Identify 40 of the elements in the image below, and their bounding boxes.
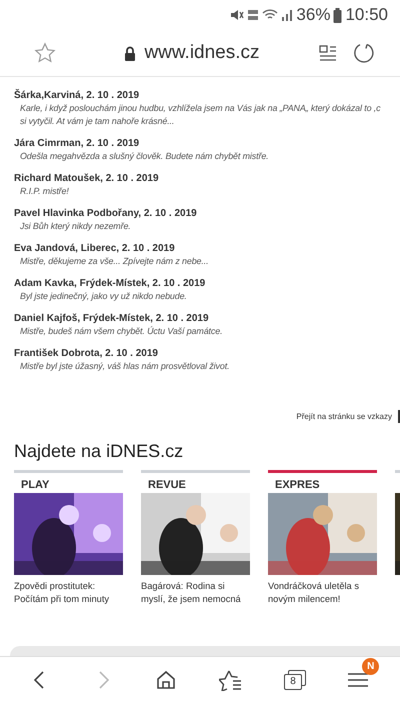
- notification-badge: N: [362, 658, 380, 675]
- battery-percent: 36%: [296, 5, 330, 25]
- star-icon[interactable]: [34, 42, 56, 64]
- card-category[interactable]: EXPRES: [268, 473, 377, 493]
- mute-icon: [230, 9, 244, 21]
- card-category[interactable]: PLAY: [14, 473, 123, 493]
- comment-text: Jsi Bůh který nikdy nezemře.: [19, 220, 132, 233]
- wifi-icon: [262, 9, 278, 21]
- section-title: Najdete na iDNES.cz: [14, 441, 184, 462]
- comment-author: Eva Jandová, Liberec, 2. 10 . 2019: [14, 242, 176, 255]
- comment-text: Byl jste jedinečný, jako vy už nikdo nebude.: [19, 290, 188, 303]
- reload-icon[interactable]: [352, 41, 376, 65]
- lock-icon: [124, 46, 136, 60]
- comment-author: František Dobrota, 2. 10 . 2019: [14, 347, 159, 360]
- article-title[interactable]: Vondráčková uletěla s novým milencem!: [268, 575, 377, 606]
- comment-author: Daniel Kajfoš, Frýdek-Místek, 2. 10 . 2019: [14, 312, 210, 325]
- comment-author: Pavel Hlavinka Podbořany, 2. 10 . 2019: [14, 207, 198, 220]
- comment-text: Karle, i když poslouchám jinou hudbu, vzhlížela jsem na Vás jak na „PANA„ který dokázal to ,c: [19, 102, 382, 115]
- comment-text: Mistře, budeš nám všem chybět. Úctu Vaší památce.: [19, 325, 224, 338]
- comment-text: si vytyčil. At vám je tam nahoře krásné...: [19, 115, 176, 128]
- article-title[interactable]: Zpovědi prostitutek: Počítám při tom minuty: [14, 575, 123, 606]
- comments-link[interactable]: Přejít na stránku se vzkazy: [296, 410, 400, 423]
- article-title[interactable]: Bagárová: Rodina si myslí, že jsem nemocná: [141, 575, 250, 606]
- comment-author: Richard Matoušek, 2. 10 . 2019: [14, 172, 160, 185]
- bookmarks-icon[interactable]: [218, 669, 243, 691]
- battery-icon: [333, 8, 342, 22]
- comment-text: Mistře byl jste úžasný, váš hlas nám prosvětloval život.: [19, 360, 230, 373]
- comment-text: Mistře, děkujeme za vše... Zpívejte nám z nebe...: [19, 255, 210, 268]
- comment-author: Šárka,Karviná, 2. 10 . 2019: [14, 89, 140, 102]
- card-category[interactable]: REVUE: [141, 473, 250, 493]
- home-icon[interactable]: [155, 669, 178, 691]
- comment-author: Jára Cimrman, 2. 10 . 2019: [14, 137, 140, 150]
- reader-icon[interactable]: [318, 43, 338, 63]
- clock: 10:50: [345, 5, 388, 25]
- comment-text: R.I.P. mistře!: [19, 185, 70, 198]
- comment-author: Adam Kavka, Frýdek-Místek, 2. 10 . 2019: [14, 277, 206, 290]
- menu-icon[interactable]: [347, 671, 370, 689]
- signal-icon: [281, 9, 294, 21]
- url-text[interactable]: www.idnes.cz: [144, 42, 260, 64]
- comment-text: Odešla megahvězda a slušný člověk. Budete nám chybět mistře.: [19, 150, 270, 163]
